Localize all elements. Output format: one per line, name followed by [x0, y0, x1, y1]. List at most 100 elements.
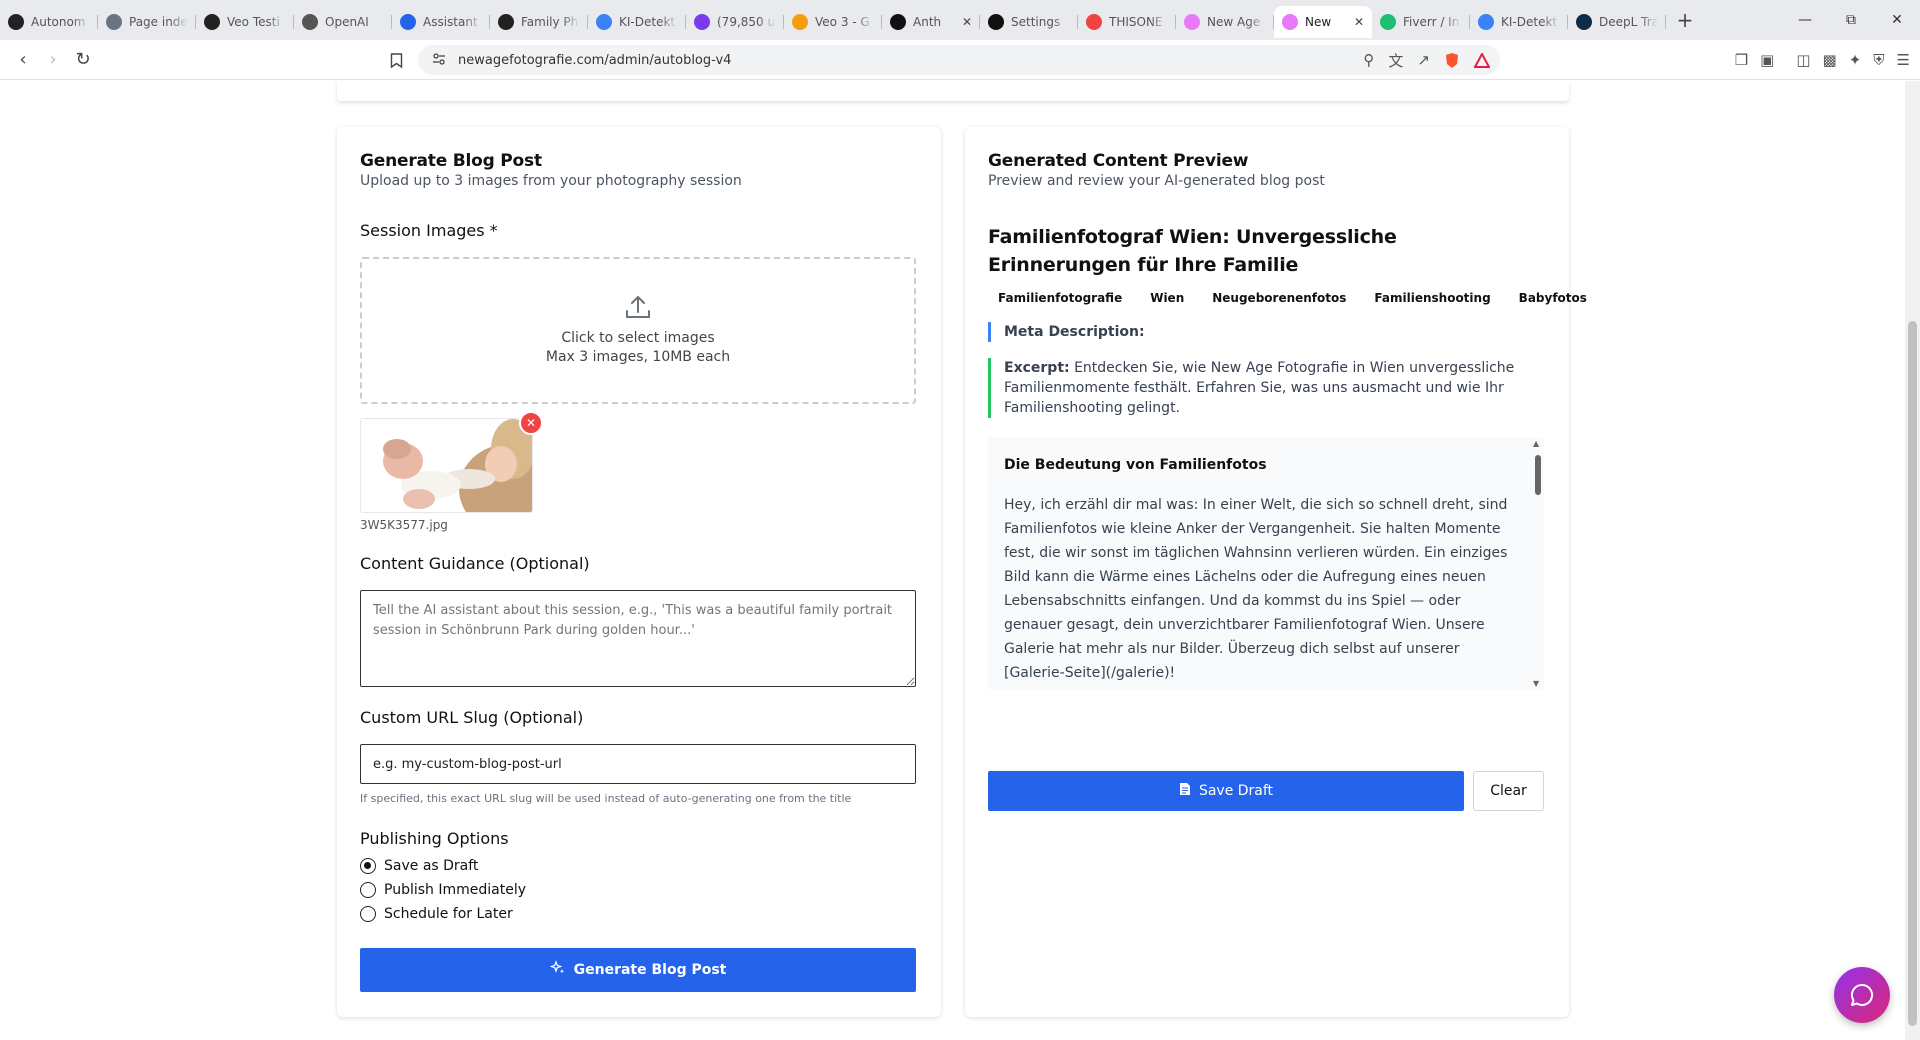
forward-icon[interactable]: ›: [38, 45, 68, 75]
save-draft-button[interactable]: Save Draft: [988, 771, 1464, 811]
fiverr-icon: [1380, 14, 1396, 30]
reload-icon[interactable]: ↻: [68, 45, 98, 75]
save-draft-button-label: Save Draft: [1198, 783, 1274, 799]
tag: Familienshooting: [1374, 291, 1491, 305]
save-draft-radio[interactable]: [360, 858, 376, 874]
content-scrollbar[interactable]: ▲ ▼: [1530, 437, 1544, 690]
tab-search-icon[interactable]: ▣: [1760, 51, 1774, 69]
minimize-button[interactable]: —: [1782, 0, 1828, 40]
option-publish-immediately[interactable]: Publish Immediately: [360, 882, 526, 898]
new-tab-button[interactable]: +: [1670, 5, 1700, 35]
scroll-up-icon[interactable]: ▲: [1533, 439, 1539, 448]
url-slug-input[interactable]: e.g. my-custom-blog-post-url: [360, 744, 916, 784]
content-preview-body: Die Bedeutung von Familienfotos Hey, ich…: [1004, 437, 1514, 685]
publish-immediately-label: Publish Immediately: [384, 882, 527, 898]
scroll-down-icon[interactable]: ▼: [1533, 679, 1539, 688]
meta-description: Meta Description:: [988, 322, 1145, 342]
brave-shield-icon[interactable]: [1444, 52, 1460, 69]
browser-tab[interactable]: Settings: [980, 6, 1078, 38]
tab-title: Veo 3 - G: [815, 15, 870, 29]
publish-immediately-radio[interactable]: [360, 882, 376, 898]
preview-subtitle: Preview and review your AI-generated blo…: [988, 173, 1325, 189]
preview-card: Generated Content Preview Preview and re…: [965, 127, 1587, 1017]
content-guidance-label: Content Guidance (Optional): [360, 554, 590, 573]
close-window-button[interactable]: ✕: [1874, 0, 1920, 40]
translate-icon[interactable]: 文: [1388, 50, 1403, 71]
generate-blog-post-button[interactable]: Generate Blog Post: [360, 948, 916, 992]
browser-tab[interactable]: Family Ph: [490, 6, 588, 38]
address-bar[interactable]: newagefotografie.com/admin/autoblog-v4 ⚲…: [418, 45, 1500, 75]
sparkle-icon: [549, 960, 566, 980]
bookmark-icon[interactable]: [381, 45, 411, 75]
uploaded-file-name: 3W5K3577.jpg: [360, 518, 448, 532]
tag-list: Familienfotografie Wien Neugeborenenfoto…: [988, 288, 1597, 308]
share-icon[interactable]: ↗: [1417, 51, 1430, 69]
form-title: Generate Blog Post: [360, 151, 542, 171]
close-tab-icon[interactable]: ✕: [1354, 15, 1364, 29]
generate-form-card: Generate Blog Post Upload up to 3 images…: [337, 127, 941, 1017]
browser-tab[interactable]: THISONE: [1078, 6, 1176, 38]
image-dropzone[interactable]: Click to select images Max 3 images, 10M…: [360, 257, 916, 404]
vpn-icon[interactable]: ⛨: [1873, 51, 1884, 69]
content-preview-scroll[interactable]: Die Bedeutung von Familienfotos Hey, ich…: [988, 437, 1544, 690]
browser-tab-strip: Autonom Page inde Veo Testi OpenAI Assistant…: [0, 0, 1920, 40]
key-icon[interactable]: ⚲: [1363, 51, 1374, 69]
clear-button[interactable]: Clear: [1473, 771, 1544, 811]
browser-tab[interactable]: DeepL Tra: [1568, 6, 1666, 38]
browser-tab[interactable]: Assistant: [392, 6, 490, 38]
browser-tab[interactable]: New Age: [1176, 6, 1274, 38]
deepl-icon: [1576, 14, 1592, 30]
meta-description-label: Meta Description:: [1004, 324, 1145, 340]
thisone-icon: [1086, 14, 1102, 30]
page-content: Generate Blog Post Upload up to 3 images…: [0, 81, 1905, 1040]
leo-ai-icon[interactable]: ✦: [1849, 51, 1862, 69]
restore-button[interactable]: ⧉: [1828, 0, 1874, 40]
close-tab-icon[interactable]: ✕: [962, 15, 972, 29]
content-heading: Die Bedeutung von Familienfotos: [1004, 457, 1267, 473]
option-schedule-later[interactable]: Schedule for Later: [360, 906, 513, 922]
back-icon[interactable]: ‹: [8, 45, 38, 75]
openai-icon: [302, 14, 318, 30]
page-scrollbar[interactable]: [1905, 81, 1920, 1040]
tab-title: KI-Detekt: [1501, 15, 1558, 29]
browser-tab[interactable]: Veo Testi: [196, 6, 294, 38]
settings-icon: [988, 14, 1004, 30]
browser-tab[interactable]: OpenAI: [294, 6, 392, 38]
browser-tab[interactable]: KI-Detekt: [588, 6, 686, 38]
browser-tab[interactable]: Anth ✕: [882, 6, 980, 38]
option-save-draft[interactable]: Save as Draft: [360, 858, 478, 874]
url-text[interactable]: newagefotografie.com/admin/autoblog-v4: [458, 53, 731, 68]
chat-button[interactable]: [1834, 967, 1890, 1023]
site-info-icon[interactable]: [432, 52, 446, 70]
extensions-icon[interactable]: ❒: [1735, 51, 1748, 69]
content-scrollbar-thumb[interactable]: [1535, 455, 1541, 495]
tab-title: KI-Detekt: [619, 15, 676, 29]
schedule-later-radio[interactable]: [360, 906, 376, 922]
content-guidance-textarea[interactable]: [360, 590, 916, 687]
tag: Neugeborenenfotos: [1212, 291, 1347, 305]
browser-tab[interactable]: (79,850 u: [686, 6, 784, 38]
browser-tab[interactable]: Page inde: [98, 6, 196, 38]
save-draft-label: Save as Draft: [384, 858, 479, 874]
menu-icon[interactable]: ☰: [1897, 51, 1910, 69]
browser-tab[interactable]: Fiverr / In: [1372, 6, 1470, 38]
wallet-icon[interactable]: ▩: [1823, 51, 1837, 69]
browser-tab[interactable]: Veo 3 - G: [784, 6, 882, 38]
tag: Babyfotos: [1518, 291, 1587, 305]
sidebar-icon[interactable]: ◫: [1796, 51, 1810, 69]
tab-list: Autonom Page inde Veo Testi OpenAI Assistant…: [0, 2, 1666, 38]
tab-title: (79,850 u: [717, 15, 776, 29]
remove-image-button[interactable]: ✕: [519, 411, 543, 435]
page-scrollbar-thumb[interactable]: [1908, 321, 1917, 1026]
browser-tab[interactable]: New ✕: [1274, 6, 1372, 38]
brave-rewards-icon[interactable]: [1474, 52, 1490, 68]
schedule-later-label: Schedule for Later: [384, 906, 513, 922]
browser-tab[interactable]: Autonom: [0, 6, 98, 38]
browser-tab[interactable]: KI-Detekt: [1470, 6, 1568, 38]
tab-title: OpenAI: [325, 15, 369, 29]
previous-card-edge: [337, 81, 1569, 101]
chat-bubble-icon: [1850, 983, 1874, 1006]
tab-title: New Age: [1207, 15, 1261, 29]
ki-detect-icon: [596, 14, 612, 30]
tab-title: Fiverr / In: [1403, 15, 1460, 29]
